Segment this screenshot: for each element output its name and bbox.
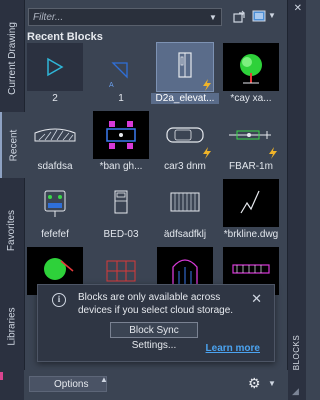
view-mode-icon[interactable]: [252, 9, 266, 23]
svg-text:A: A: [109, 82, 114, 89]
block-item[interactable]: FBAR-1m: [223, 111, 279, 173]
block-label: FBAR-1m: [229, 161, 273, 172]
block-label: D2a_elevat...: [151, 93, 219, 104]
bottom-bar: Options ▲ ⚙ ▼: [24, 370, 288, 400]
table-chairs-block-icon: [93, 111, 149, 159]
info-icon: i: [52, 293, 66, 307]
view-mode-dropdown-icon[interactable]: ▼: [268, 11, 276, 20]
filter-dropdown-icon[interactable]: ▼: [206, 10, 220, 24]
stair-block-icon: [170, 192, 200, 212]
cloud-storage-notification: i Blocks are only available across devic…: [37, 284, 275, 362]
tree-block-icon: [223, 43, 279, 91]
block-label: *cay xa...: [230, 93, 272, 104]
block-item[interactable]: 2: [27, 43, 83, 105]
options-button[interactable]: Options: [29, 376, 107, 392]
sync-bolt-icon: [269, 147, 277, 159]
tab-current-drawing-label: Current Drawing: [6, 21, 18, 95]
block-label: *ban gh...: [99, 161, 143, 172]
section-title: Recent Blocks: [27, 31, 103, 43]
block-label: sdafdsa: [37, 161, 73, 172]
block-label: *brkline.dwg: [223, 229, 279, 240]
settings-dropdown-icon[interactable]: ▼: [268, 379, 276, 388]
side-tab-strip: Current Drawing Recent Favorites Librari…: [0, 0, 25, 400]
close-palette-icon[interactable]: ✕: [294, 3, 302, 14]
block-item[interactable]: fefefef: [27, 179, 83, 241]
block-item[interactable]: car3 dnm: [157, 111, 213, 173]
block-item[interactable]: *brkline.dwg: [223, 179, 279, 241]
resize-grip-icon[interactable]: ◢: [292, 386, 302, 396]
break-line-block-icon: [223, 179, 279, 227]
close-notification-icon[interactable]: ✕: [251, 291, 262, 307]
sync-bolt-icon: [203, 147, 211, 159]
block-label: fefefef: [41, 229, 69, 240]
notification-message: Blocks are only available across devices…: [78, 292, 234, 316]
palette-title-strip: ✕ BLOCKS ◢: [287, 0, 306, 400]
block-label: ädfsadfklj: [163, 229, 207, 240]
block-item[interactable]: D2a_elevat...: [151, 42, 219, 105]
block-label: 2: [52, 93, 58, 104]
filter-input[interactable]: [31, 10, 205, 24]
block-label: BED-03: [103, 229, 139, 240]
block-item[interactable]: A 1: [93, 43, 149, 105]
attribute-line-block-icon: A: [109, 62, 128, 89]
tab-libraries-label: Libraries: [6, 306, 18, 346]
block-item[interactable]: *ban gh...: [93, 111, 149, 173]
block-label: 1: [118, 93, 124, 104]
palette-title: BLOCKS: [290, 320, 304, 384]
block-item[interactable]: ädfsadfklj: [157, 179, 213, 241]
block-sync-settings-button[interactable]: Block Sync Settings...: [110, 322, 198, 351]
sync-bolt-icon: [203, 79, 211, 91]
device-block-icon: [44, 190, 66, 217]
options-collapse-icon[interactable]: ▲: [100, 375, 108, 384]
gear-icon[interactable]: ⚙: [248, 375, 261, 392]
block-item[interactable]: *cay xa...: [223, 43, 279, 105]
options-marker: [0, 372, 3, 380]
triangle-block-icon: [27, 43, 83, 91]
tab-favorites-label: Favorites: [6, 209, 18, 251]
block-item[interactable]: sdafdsa: [27, 111, 83, 173]
palette-title-text: BLOCKS: [292, 334, 302, 370]
bed-block-icon: [114, 190, 128, 214]
block-item[interactable]: BED-03: [93, 179, 149, 241]
filter-box: ▼: [28, 8, 222, 26]
tab-recent-label: Recent: [8, 129, 19, 161]
tab-libraries[interactable]: Libraries: [0, 296, 24, 356]
block-label: car3 dnm: [164, 161, 206, 172]
block-sync-icon[interactable]: [233, 10, 247, 24]
learn-more-link[interactable]: Learn more: [206, 343, 260, 354]
hatched-slab-block-icon: [34, 128, 76, 142]
